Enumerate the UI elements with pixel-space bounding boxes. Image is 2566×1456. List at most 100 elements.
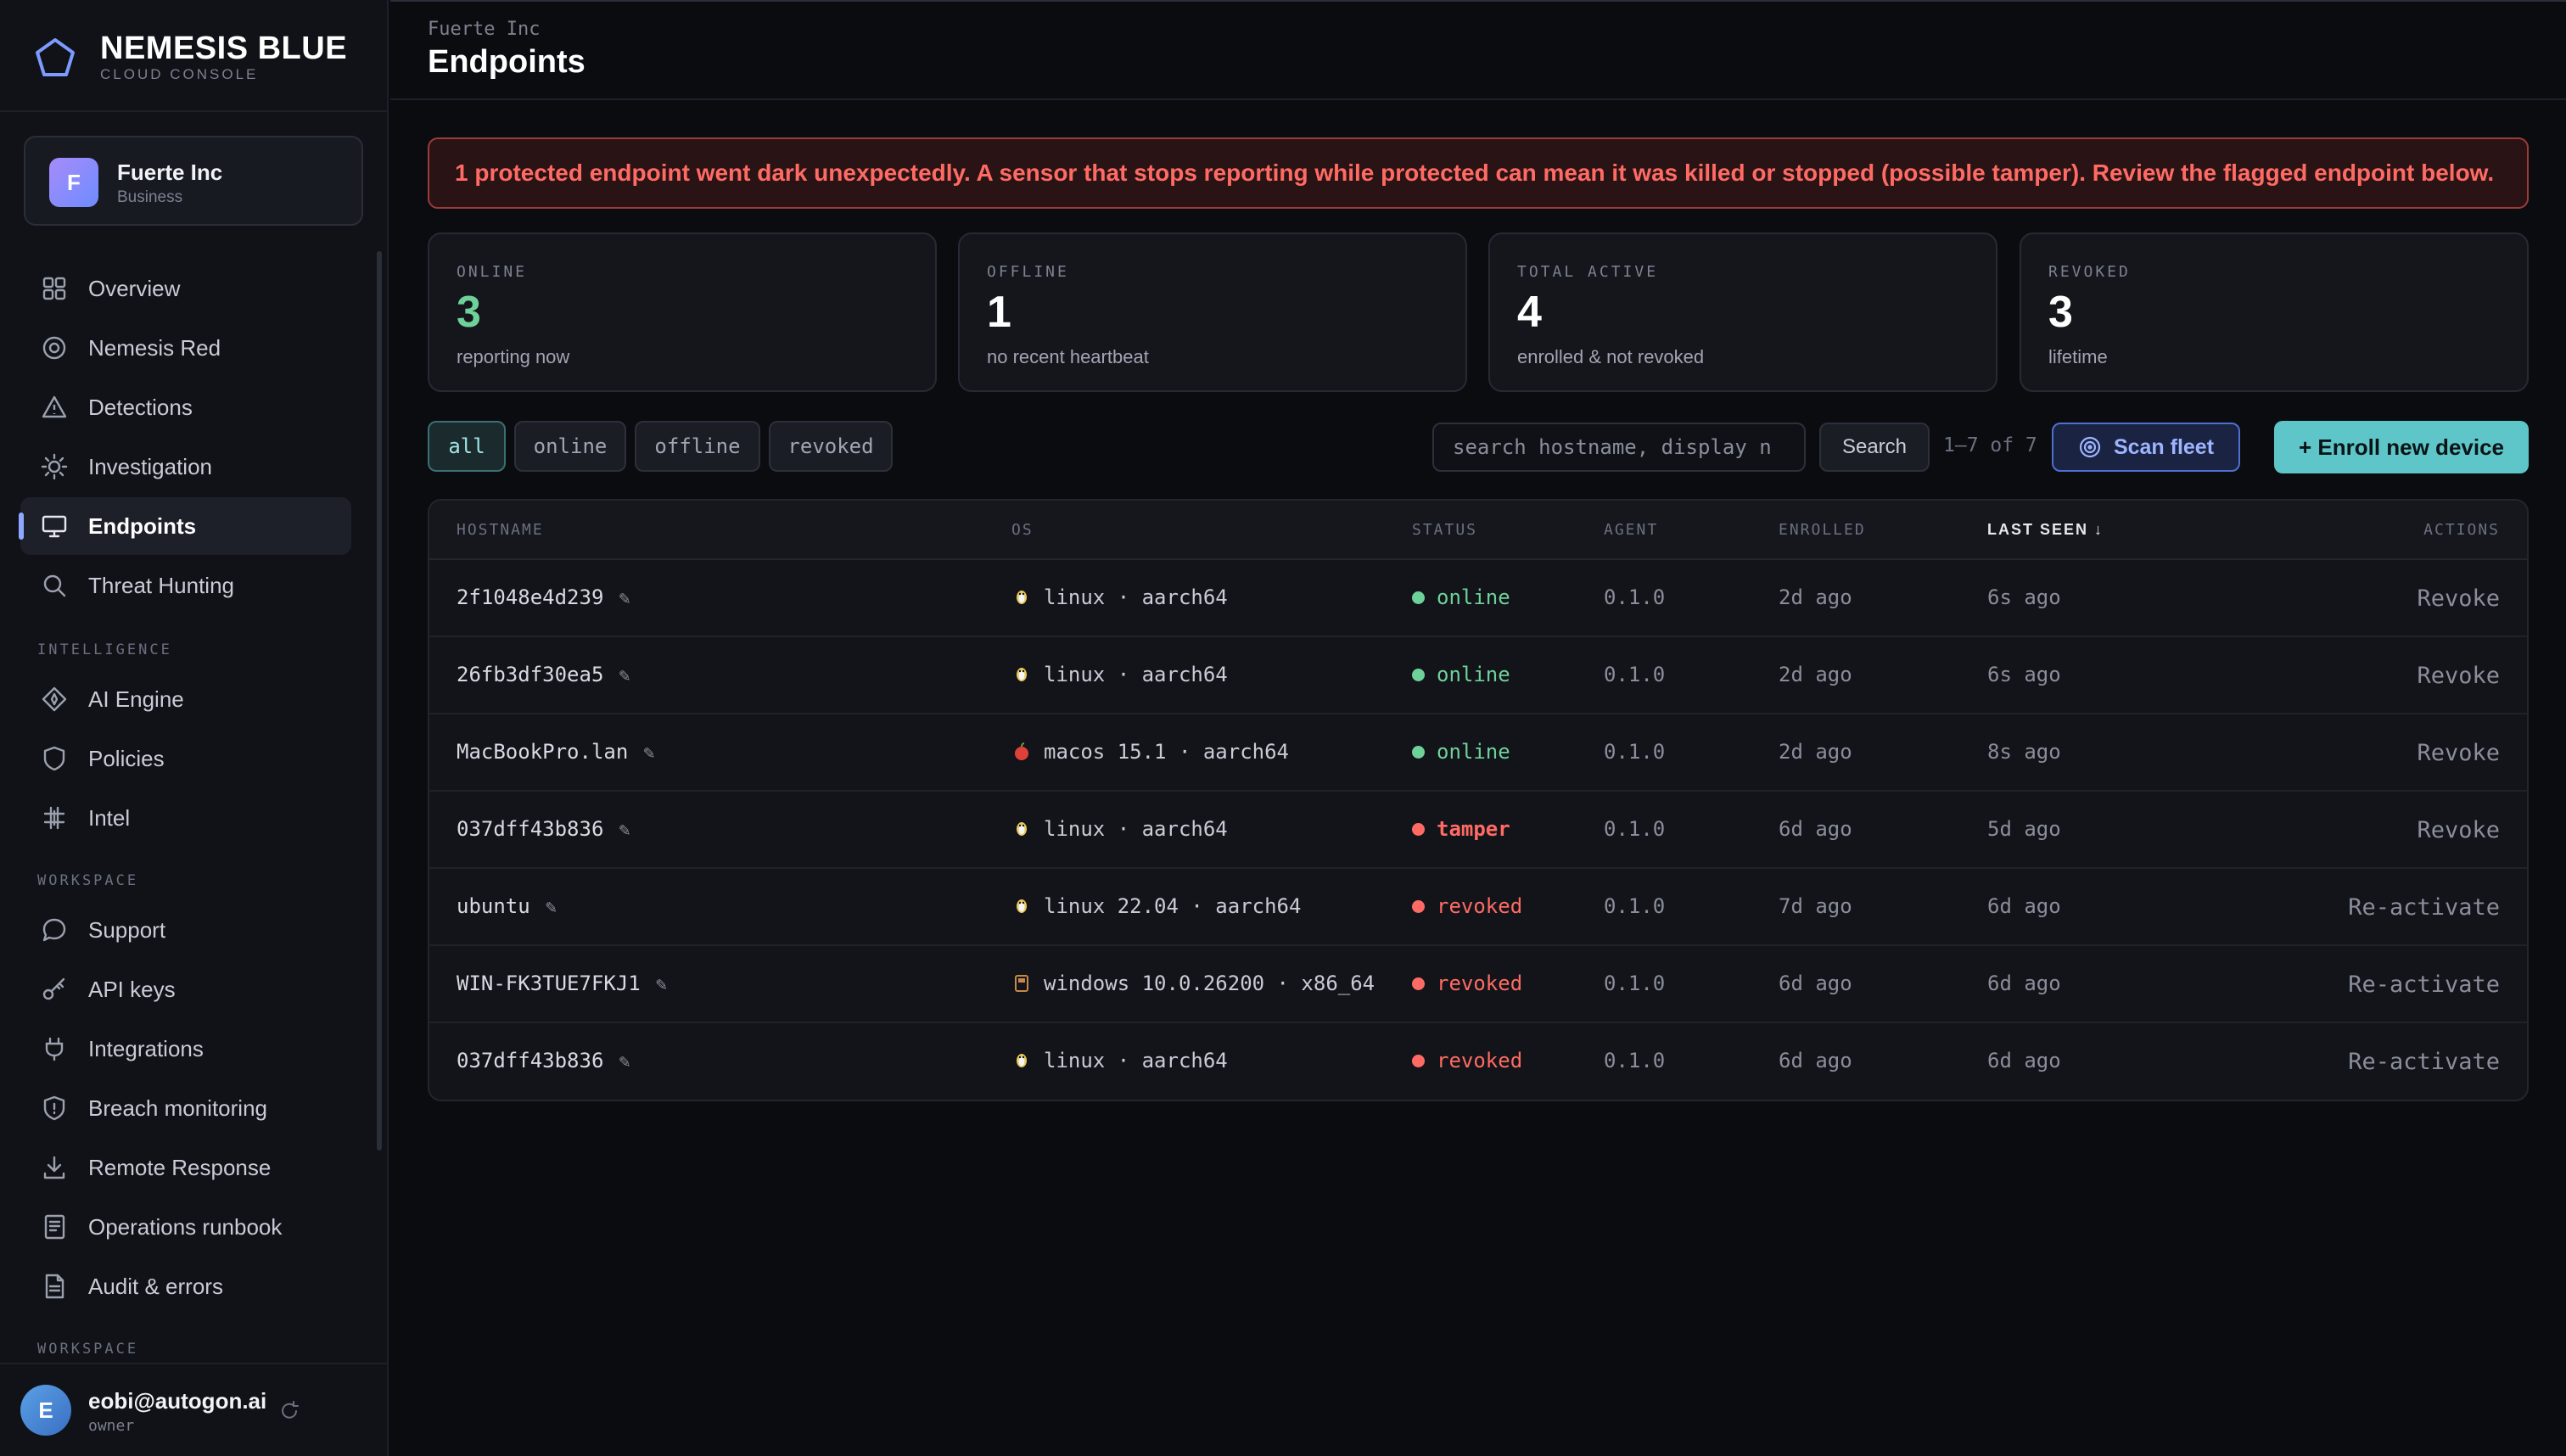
edit-pencil-icon[interactable]: ✎ <box>546 897 557 918</box>
column-agent[interactable]: AGENT <box>1604 521 1658 539</box>
scan-fleet-button[interactable]: Scan fleet <box>2052 423 2240 472</box>
sidebar-item-detections[interactable]: Detections <box>20 378 351 436</box>
org-switcher[interactable]: F Fuerte Inc Business <box>24 136 363 226</box>
sidebar-item-intel[interactable]: Intel <box>20 789 351 847</box>
stat-subtitle: reporting now <box>457 346 570 367</box>
pentagon-logo-icon <box>36 38 75 76</box>
revoke-button[interactable]: Revoke <box>2417 817 2500 843</box>
reactivate-button[interactable]: Re-activate <box>2348 972 2500 998</box>
sidebar-scrollbar[interactable] <box>377 251 382 1151</box>
linux-icon <box>1017 899 1027 913</box>
edit-pencil-icon[interactable]: ✎ <box>619 588 630 609</box>
stat-subtitle: enrolled & not revoked <box>1517 346 1705 367</box>
endpoints-table: HOSTNAME OS STATUS AGENT ENROLLED LAST S… <box>428 499 2529 1101</box>
sidebar-item-threat-hunting[interactable]: Threat Hunting <box>20 557 351 614</box>
os-text: linux · aarch64 <box>1044 663 1228 686</box>
table-row[interactable]: ubuntu ✎ linux 22.04 · aarch64 revoked 0.… <box>429 869 2527 946</box>
sidebar-item-operations-runbook[interactable]: Operations runbook <box>20 1198 351 1256</box>
edit-pencil-icon[interactable]: ✎ <box>619 1051 630 1072</box>
edit-pencil-icon[interactable]: ✎ <box>656 974 667 995</box>
pagination-count: 1–7 of 7 <box>1943 434 2037 456</box>
stat-subtitle: no recent heartbeat <box>987 346 1149 367</box>
edit-pencil-icon[interactable]: ✎ <box>619 665 630 686</box>
sidebar-item-integrations[interactable]: Integrations <box>20 1020 351 1078</box>
avatar[interactable]: E <box>20 1385 71 1436</box>
sidebar-item-overview[interactable]: Overview <box>20 260 351 317</box>
reactivate-button[interactable]: Re-activate <box>2348 1049 2500 1075</box>
target-icon <box>42 336 66 360</box>
status-badge: online <box>1437 740 1510 764</box>
file-icon <box>45 1274 64 1299</box>
enroll-device-button[interactable]: + Enroll new device <box>2274 421 2529 473</box>
warning-icon <box>42 395 67 418</box>
sidebar-item-remote-response[interactable]: Remote Response <box>20 1139 351 1196</box>
sidebar-item-nemesis-red[interactable]: Nemesis Red <box>20 319 351 377</box>
brand[interactable]: NEMESIS BLUE CLOUD CONSOLE <box>34 32 347 83</box>
filter-offline[interactable]: offline <box>635 421 760 472</box>
enrolled-time: 2d ago <box>1779 663 1852 686</box>
os-cell: windows 10.0.26200 · x86_64 <box>1011 972 1375 995</box>
status-badge: online <box>1437 663 1510 686</box>
filter-all[interactable]: all <box>428 421 506 472</box>
sidebar-item-policies[interactable]: Policies <box>20 730 351 787</box>
status-cell: revoked <box>1412 1049 1522 1072</box>
column-hostname[interactable]: HOSTNAME <box>457 521 544 539</box>
stat-card-online: ONLINE 3 reporting now <box>428 232 937 392</box>
plug-icon <box>45 1037 64 1061</box>
filter-revoked[interactable]: revoked <box>769 421 893 472</box>
table-row[interactable]: 2f1048e4d239 ✎ linux · aarch64 online 0.1… <box>429 560 2527 637</box>
stat-label: ONLINE <box>457 263 528 281</box>
status-cell: online <box>1412 585 1510 609</box>
sidebar-item-support[interactable]: Support <box>20 901 351 959</box>
table-row[interactable]: WIN-FK3TUE7FKJ1 ✎ windows 10.0.26200 · x8… <box>429 946 2527 1023</box>
agent-version: 0.1.0 <box>1604 1049 1666 1072</box>
sidebar-item-breach-monitoring[interactable]: Breach monitoring <box>20 1079 351 1137</box>
linux-icon <box>1017 591 1027 604</box>
sidebar-item-ai-engine[interactable]: AI Engine <box>20 670 351 728</box>
divider <box>0 110 389 112</box>
stat-value: 3 <box>2048 288 2073 337</box>
sidebar-item-audit-errors[interactable]: Audit & errors <box>20 1257 351 1315</box>
edit-pencil-icon[interactable]: ✎ <box>643 742 654 764</box>
sidebar-item-api-keys[interactable]: API keys <box>20 960 351 1018</box>
nav-section-intelligence: INTELLIGENCE <box>37 641 172 658</box>
search-input[interactable] <box>1432 423 1806 472</box>
sidebar-item-endpoints[interactable]: Endpoints <box>19 497 351 555</box>
status-badge: revoked <box>1437 1049 1523 1072</box>
table-row[interactable]: 037dff43b836 ✎ linux · aarch64 tamper 0.1… <box>429 792 2527 869</box>
last-seen-time: 5d ago <box>1987 817 2061 841</box>
hostname-cell: MacBookPro.lan ✎ <box>457 740 655 764</box>
sidebar-item-label: Detections <box>88 394 193 420</box>
revoke-button[interactable]: Revoke <box>2417 585 2500 612</box>
nav-section-workspace: WORKSPACE <box>37 872 139 889</box>
search-button[interactable]: Search <box>1819 423 1930 472</box>
revoke-button[interactable]: Revoke <box>2417 663 2500 689</box>
edit-pencil-icon[interactable]: ✎ <box>619 820 630 841</box>
enrolled-time: 6d ago <box>1779 972 1852 995</box>
agent-version: 0.1.0 <box>1604 663 1666 686</box>
column-enrolled[interactable]: ENROLLED <box>1779 521 1866 539</box>
reactivate-button[interactable]: Re-activate <box>2348 894 2500 921</box>
os-cell: macos 15.1 · aarch64 <box>1011 740 1289 764</box>
column-os[interactable]: OS <box>1011 521 1034 539</box>
stat-subtitle: lifetime <box>2048 346 2108 367</box>
filter-online[interactable]: online <box>514 421 626 472</box>
agent-version: 0.1.0 <box>1604 740 1666 764</box>
divider <box>0 1363 389 1364</box>
hostname: MacBookPro.lan <box>457 740 629 764</box>
column-last-seen[interactable]: LAST SEEN ↓ <box>1987 521 2104 539</box>
table-row[interactable]: 037dff43b836 ✎ linux · aarch64 revoked 0.… <box>429 1023 2527 1100</box>
status-dot-icon <box>1412 977 1425 990</box>
org-name: Fuerte Inc <box>117 160 223 185</box>
column-status[interactable]: STATUS <box>1412 521 1477 539</box>
sidebar-item-investigation[interactable]: Investigation <box>20 438 351 496</box>
hostname: 037dff43b836 <box>457 1049 604 1072</box>
breadcrumb[interactable]: Fuerte Inc <box>428 19 540 40</box>
os-cell: linux 22.04 · aarch64 <box>1011 894 1301 918</box>
org-plan: Business <box>117 188 183 206</box>
table-row[interactable]: MacBookPro.lan ✎ macos 15.1 · aarch64 onl… <box>429 714 2527 792</box>
table-row[interactable]: 26fb3df30ea5 ✎ linux · aarch64 online 0.1… <box>429 637 2527 714</box>
revoke-button[interactable]: Revoke <box>2417 740 2500 766</box>
os-text: linux · aarch64 <box>1044 1049 1228 1072</box>
refresh-icon[interactable] <box>278 1400 300 1422</box>
